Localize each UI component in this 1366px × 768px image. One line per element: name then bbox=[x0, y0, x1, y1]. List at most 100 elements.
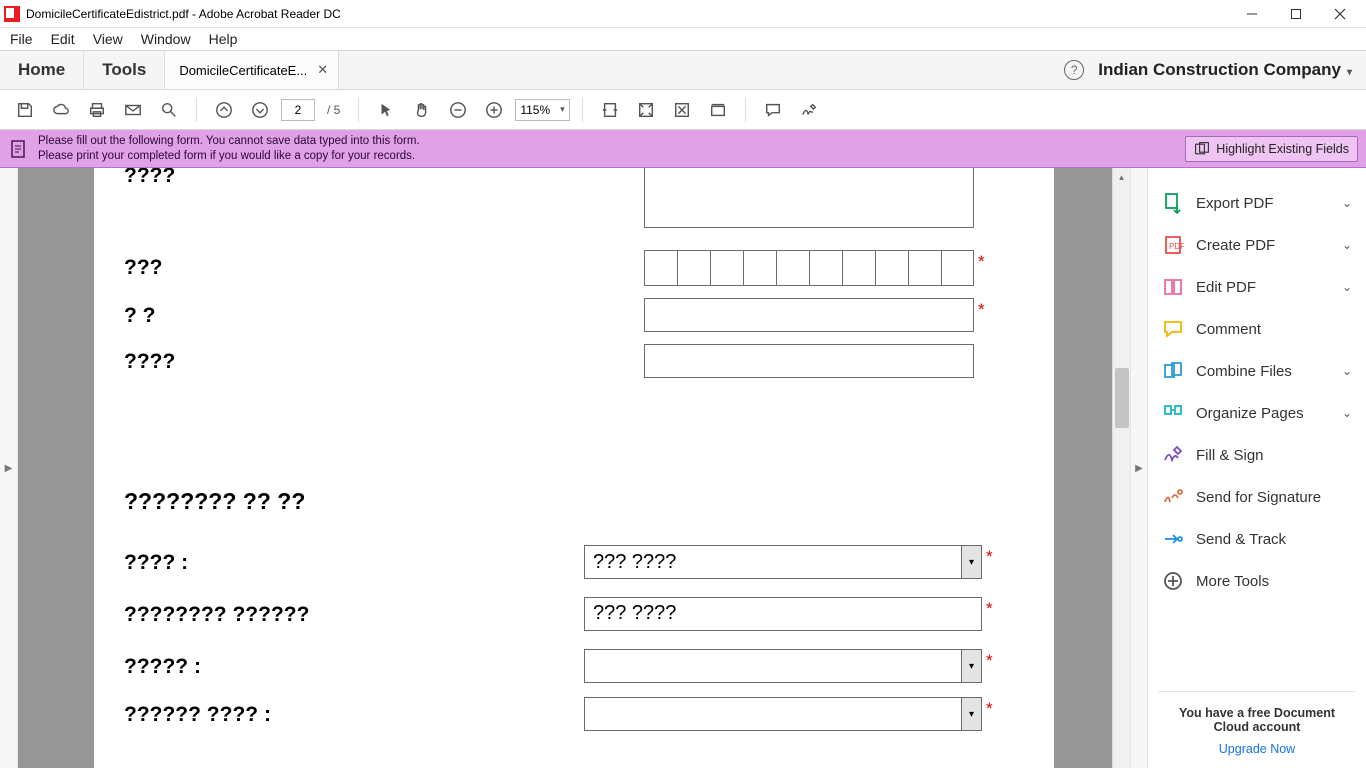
tool-send-track[interactable]: Send & Track bbox=[1158, 518, 1356, 560]
form-dropdown[interactable]: ▾ bbox=[584, 697, 982, 731]
send-track-icon bbox=[1162, 528, 1184, 550]
form-textbox[interactable] bbox=[644, 298, 974, 332]
footer-line2: Cloud account bbox=[1164, 720, 1350, 734]
form-dropdown[interactable]: ??? ???? ▾ bbox=[584, 545, 982, 579]
tool-combine-files[interactable]: Combine Files ⌄ bbox=[1158, 350, 1356, 392]
scroll-up-icon[interactable]: ▴ bbox=[1113, 168, 1130, 186]
acrobat-app-icon bbox=[4, 6, 20, 22]
highlight-existing-fields-button[interactable]: Highlight Existing Fields bbox=[1185, 136, 1358, 162]
close-tab-icon[interactable]: ✕ bbox=[317, 62, 328, 78]
page-total-label: / 5 bbox=[321, 103, 346, 117]
field-label: ???????? ?????? bbox=[124, 597, 584, 627]
window-titlebar: DomicileCertificateEdistrict.pdf - Adobe… bbox=[0, 0, 1366, 28]
menu-help[interactable]: Help bbox=[209, 31, 238, 47]
tool-fill-sign[interactable]: Fill & Sign bbox=[1158, 434, 1356, 476]
mail-icon[interactable] bbox=[118, 95, 148, 125]
cloud-icon[interactable] bbox=[46, 95, 76, 125]
tool-organize-pages[interactable]: Organize Pages ⌄ bbox=[1158, 392, 1356, 434]
nav-tools[interactable]: Tools bbox=[84, 51, 165, 89]
footer-line1: You have a free Document bbox=[1164, 706, 1350, 720]
nav-home[interactable]: Home bbox=[0, 51, 84, 89]
expand-right-icon: ▶ bbox=[1135, 463, 1143, 474]
account-footer: You have a free Document Cloud account U… bbox=[1158, 700, 1356, 762]
scrollbar-thumb[interactable] bbox=[1115, 368, 1129, 428]
page-number-input[interactable] bbox=[281, 99, 315, 121]
chevron-down-icon: ▾ bbox=[961, 650, 981, 682]
required-asterisk: * bbox=[978, 250, 985, 272]
right-nav-rail[interactable]: ▶ bbox=[1130, 168, 1148, 768]
hand-tool-icon[interactable] bbox=[407, 95, 437, 125]
vertical-scrollbar[interactable]: ▴ bbox=[1112, 168, 1130, 768]
zoom-select[interactable]: 115%▾ bbox=[515, 99, 569, 121]
zoom-in-icon[interactable] bbox=[479, 95, 509, 125]
tool-create-pdf[interactable]: PDF Create PDF ⌄ bbox=[1158, 224, 1356, 266]
form-dropdown[interactable]: ▾ bbox=[584, 649, 982, 683]
tool-comment[interactable]: Comment bbox=[1158, 308, 1356, 350]
page-down-icon[interactable] bbox=[245, 95, 275, 125]
required-asterisk: * bbox=[986, 649, 993, 671]
tools-panel: Export PDF ⌄ PDF Create PDF ⌄ Edit PDF ⌄… bbox=[1148, 168, 1366, 768]
window-maximize-button[interactable] bbox=[1274, 0, 1318, 28]
field-label: ????? : bbox=[124, 649, 584, 679]
combine-files-icon bbox=[1162, 360, 1184, 382]
sign-icon[interactable] bbox=[794, 95, 824, 125]
fullscreen-icon[interactable] bbox=[667, 95, 697, 125]
field-label: ???? bbox=[124, 168, 644, 188]
tool-send-signature[interactable]: Send for Signature bbox=[1158, 476, 1356, 518]
form-textbox[interactable]: ??? ???? bbox=[584, 597, 982, 631]
chevron-down-icon: ⌄ bbox=[1342, 364, 1352, 378]
search-icon[interactable] bbox=[154, 95, 184, 125]
tool-more-tools[interactable]: More Tools bbox=[1158, 560, 1356, 602]
menu-file[interactable]: File bbox=[10, 31, 33, 47]
chevron-down-icon: ▾ bbox=[961, 546, 981, 578]
tool-label: Comment bbox=[1196, 321, 1261, 338]
document-viewport[interactable]: ???? ??? * ? ? * ???? ???????? ?? bbox=[18, 168, 1130, 768]
account-menu[interactable]: Indian Construction Company▾ bbox=[1098, 60, 1352, 80]
svg-text:PDF: PDF bbox=[1169, 242, 1184, 251]
tool-export-pdf[interactable]: Export PDF ⌄ bbox=[1158, 182, 1356, 224]
form-textbox[interactable] bbox=[644, 344, 974, 378]
primary-nav: Home Tools DomicileCertificateE... ✕ ? I… bbox=[0, 50, 1366, 90]
tool-label: Send & Track bbox=[1196, 531, 1286, 548]
comment-tool-icon bbox=[1162, 318, 1184, 340]
chevron-down-icon: ⌄ bbox=[1342, 238, 1352, 252]
tool-edit-pdf[interactable]: Edit PDF ⌄ bbox=[1158, 266, 1356, 308]
comment-icon[interactable] bbox=[758, 95, 788, 125]
form-notice-text: Please fill out the following form. You … bbox=[38, 134, 420, 163]
field-label: ??? bbox=[124, 250, 644, 280]
print-icon[interactable] bbox=[82, 95, 112, 125]
zoom-out-icon[interactable] bbox=[443, 95, 473, 125]
upgrade-now-link[interactable]: Upgrade Now bbox=[1164, 742, 1350, 756]
document-tab-label: DomicileCertificateE... bbox=[179, 63, 307, 78]
tool-label: Organize Pages bbox=[1196, 405, 1304, 422]
form-textarea[interactable] bbox=[644, 168, 974, 228]
tool-label: Export PDF bbox=[1196, 195, 1274, 212]
menu-view[interactable]: View bbox=[93, 31, 123, 47]
app-body: ▶ ???? ??? * ? ? * ???? bbox=[0, 168, 1366, 768]
window-close-button[interactable] bbox=[1318, 0, 1362, 28]
fill-sign-icon bbox=[1162, 444, 1184, 466]
pdf-page: ???? ??? * ? ? * ???? ???????? ?? bbox=[94, 168, 1054, 768]
window-minimize-button[interactable] bbox=[1230, 0, 1274, 28]
fit-width-icon[interactable] bbox=[595, 95, 625, 125]
organize-pages-icon bbox=[1162, 402, 1184, 424]
export-pdf-icon bbox=[1162, 192, 1184, 214]
save-icon[interactable] bbox=[10, 95, 40, 125]
page-up-icon[interactable] bbox=[209, 95, 239, 125]
pointer-tool-icon[interactable] bbox=[371, 95, 401, 125]
textbox-value: ??? ???? bbox=[593, 602, 676, 624]
help-icon[interactable]: ? bbox=[1064, 60, 1084, 80]
menu-edit[interactable]: Edit bbox=[51, 31, 75, 47]
tool-label: Edit PDF bbox=[1196, 279, 1256, 296]
document-tab[interactable]: DomicileCertificateE... ✕ bbox=[165, 51, 339, 89]
tool-label: Create PDF bbox=[1196, 237, 1275, 254]
read-mode-icon[interactable] bbox=[703, 95, 733, 125]
fit-page-icon[interactable] bbox=[631, 95, 661, 125]
chevron-down-icon: ▾ bbox=[961, 698, 981, 730]
tool-label: Send for Signature bbox=[1196, 489, 1321, 506]
more-tools-icon bbox=[1162, 570, 1184, 592]
field-label: ? ? bbox=[124, 298, 644, 328]
menu-window[interactable]: Window bbox=[141, 31, 191, 47]
left-nav-rail[interactable]: ▶ bbox=[0, 168, 18, 768]
form-cell-group[interactable] bbox=[644, 250, 974, 286]
